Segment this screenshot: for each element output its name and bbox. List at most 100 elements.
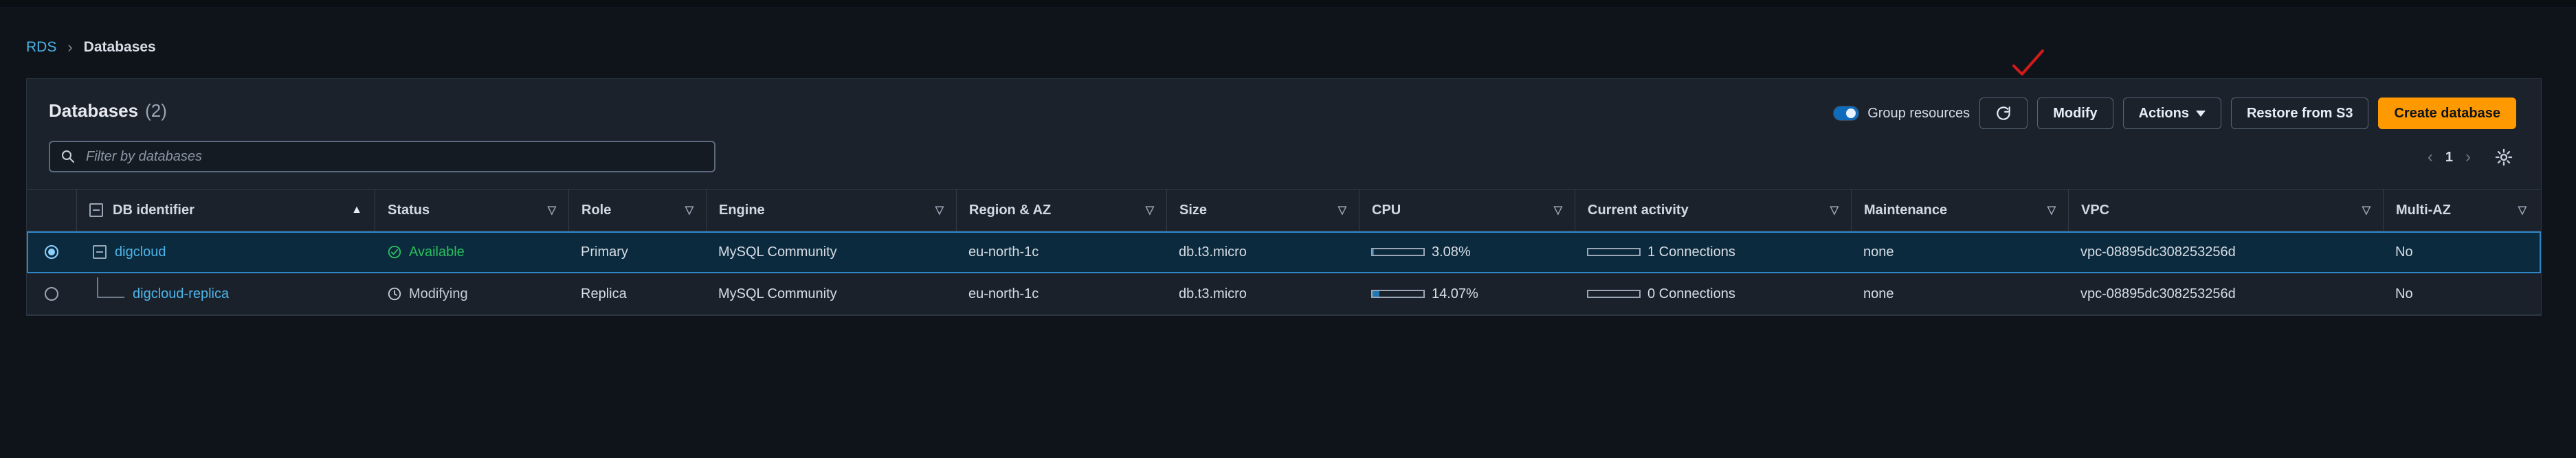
databases-panel: Databases (2) Group resources Modify Act…	[26, 78, 2542, 316]
status-cell: Modifying	[375, 273, 568, 314]
panel-header: Databases (2)	[49, 97, 167, 124]
check-circle-icon	[388, 245, 401, 259]
cpu-cell: 14.07%	[1359, 273, 1575, 314]
cpu-bar	[1371, 290, 1425, 298]
column-size[interactable]: Size ▽	[1166, 190, 1359, 231]
modify-button[interactable]: Modify	[2037, 98, 2113, 129]
activity-value: 0 Connections	[1647, 286, 1735, 301]
db-identifier-link[interactable]: digcloud-replica	[133, 286, 229, 302]
filter-databases-input[interactable]	[85, 148, 704, 165]
gear-icon[interactable]	[2494, 148, 2513, 167]
collapse-all-icon[interactable]	[89, 203, 103, 217]
maintenance-cell: none	[1863, 286, 1894, 301]
status-text: Available	[409, 244, 465, 260]
clock-icon	[388, 287, 401, 301]
collapse-group-icon[interactable]	[93, 245, 107, 259]
top-strip	[0, 0, 2576, 8]
column-label: VPC	[2081, 202, 2110, 218]
column-label: Status	[388, 202, 430, 218]
column-multi-az[interactable]: Multi-AZ ▽	[2383, 190, 2539, 231]
current-activity-cell: 1 Connections	[1575, 231, 1851, 273]
column-label: Region & AZ	[969, 202, 1052, 218]
column-role[interactable]: Role ▽	[568, 190, 706, 231]
create-database-button[interactable]: Create database	[2378, 98, 2516, 129]
column-cpu[interactable]: CPU ▽	[1359, 190, 1575, 231]
region-az-cell: eu-north-1c	[968, 244, 1039, 260]
cpu-bar	[1371, 248, 1425, 256]
group-resources-toggle[interactable]: Group resources	[1833, 106, 1970, 122]
sort-icon[interactable]: ▽	[1554, 203, 1562, 217]
column-label: Maintenance	[1864, 202, 1948, 218]
status-cell: Available	[375, 231, 568, 273]
table-row[interactable]: digcloud-replica Modifying Replica MySQL…	[27, 273, 2541, 315]
db-identifier-link[interactable]: digcloud	[115, 244, 166, 260]
pagination: ‹ 1 ›	[2428, 145, 2513, 170]
vpc-cell: vpc-08895dc308253256d	[2080, 286, 2236, 301]
cpu-bar-fill	[1373, 249, 1375, 255]
db-identifier-cell[interactable]: digcloud	[76, 231, 375, 273]
group-resources-label: Group resources	[1867, 105, 1970, 121]
current-activity-cell: 0 Connections	[1575, 273, 1851, 314]
multi-az-cell: No	[2395, 286, 2413, 301]
column-label: Current activity	[1588, 202, 1689, 218]
row-radio-button[interactable]	[45, 245, 58, 259]
multi-az-cell: No	[2395, 244, 2413, 260]
restore-from-s3-button[interactable]: Restore from S3	[2230, 98, 2369, 129]
role-cell: Primary	[581, 244, 628, 260]
breadcrumb-rds-link[interactable]: RDS	[26, 39, 56, 56]
table-row[interactable]: digcloud Available Primary MySQL Communi…	[27, 231, 2541, 273]
panel-count: (2)	[145, 100, 167, 121]
sort-icon[interactable]: ▽	[2362, 203, 2370, 217]
activity-bar	[1587, 248, 1641, 256]
row-radio-button[interactable]	[45, 287, 58, 301]
databases-table: DB identifier ▲ Status ▽ Role ▽ Engine ▽…	[27, 189, 2541, 315]
maintenance-cell: none	[1863, 244, 1894, 260]
column-current-activity[interactable]: Current activity ▽	[1575, 190, 1851, 231]
vpc-cell: vpc-08895dc308253256d	[2080, 244, 2236, 260]
create-database-label: Create database	[2394, 105, 2500, 121]
breadcrumb-current: Databases	[83, 39, 156, 55]
select-all-column	[27, 190, 76, 231]
sort-icon[interactable]: ▽	[685, 203, 693, 217]
actions-button-label: Actions	[2138, 105, 2189, 121]
sort-icon[interactable]: ▽	[2047, 203, 2056, 217]
chevron-right-icon[interactable]: ›	[2465, 149, 2471, 165]
column-label: DB identifier	[113, 202, 195, 218]
row-select-cell[interactable]	[27, 273, 76, 314]
column-label: Size	[1179, 202, 1208, 218]
chevron-left-icon[interactable]: ‹	[2428, 149, 2433, 165]
sort-icon[interactable]: ▽	[1146, 203, 1154, 217]
current-page[interactable]: 1	[2445, 150, 2453, 165]
sort-icon[interactable]: ▽	[935, 203, 944, 217]
actions-button[interactable]: Actions	[2122, 98, 2221, 129]
sort-ascending-icon[interactable]: ▲	[351, 204, 362, 216]
modify-button-label: Modify	[2053, 105, 2098, 121]
activity-meter: 1 Connections	[1587, 244, 1735, 260]
role-cell: Replica	[581, 286, 627, 301]
red-check-annotation-icon	[2012, 49, 2044, 76]
column-db-identifier[interactable]: DB identifier ▲	[76, 190, 375, 231]
sort-icon[interactable]: ▽	[548, 203, 556, 217]
sort-icon[interactable]: ▽	[1830, 203, 1839, 217]
panel-title: Databases	[49, 100, 139, 121]
column-label: Role	[581, 202, 612, 218]
group-resources-switch[interactable]	[1833, 106, 1860, 121]
region-az-cell: eu-north-1c	[968, 286, 1039, 301]
cpu-value: 3.08%	[1432, 244, 1471, 260]
sort-icon[interactable]: ▽	[1338, 203, 1346, 217]
refresh-button[interactable]	[1979, 98, 2028, 129]
column-status[interactable]: Status ▽	[375, 190, 568, 231]
breadcrumb: RDS › Databases	[26, 37, 156, 58]
filter-databases-field[interactable]	[49, 141, 715, 172]
column-maintenance[interactable]: Maintenance ▽	[1851, 190, 2068, 231]
row-select-cell[interactable]	[27, 231, 76, 273]
status-badge: Modifying	[387, 286, 468, 302]
column-engine[interactable]: Engine ▽	[706, 190, 956, 231]
size-cell: db.t3.micro	[1179, 244, 1247, 260]
column-label: CPU	[1372, 202, 1401, 218]
column-vpc[interactable]: VPC ▽	[2068, 190, 2383, 231]
column-region-az[interactable]: Region & AZ ▽	[956, 190, 1166, 231]
db-identifier-cell[interactable]: digcloud-replica	[76, 273, 375, 314]
refresh-icon	[1997, 106, 2010, 120]
sort-icon[interactable]: ▽	[2518, 203, 2527, 217]
